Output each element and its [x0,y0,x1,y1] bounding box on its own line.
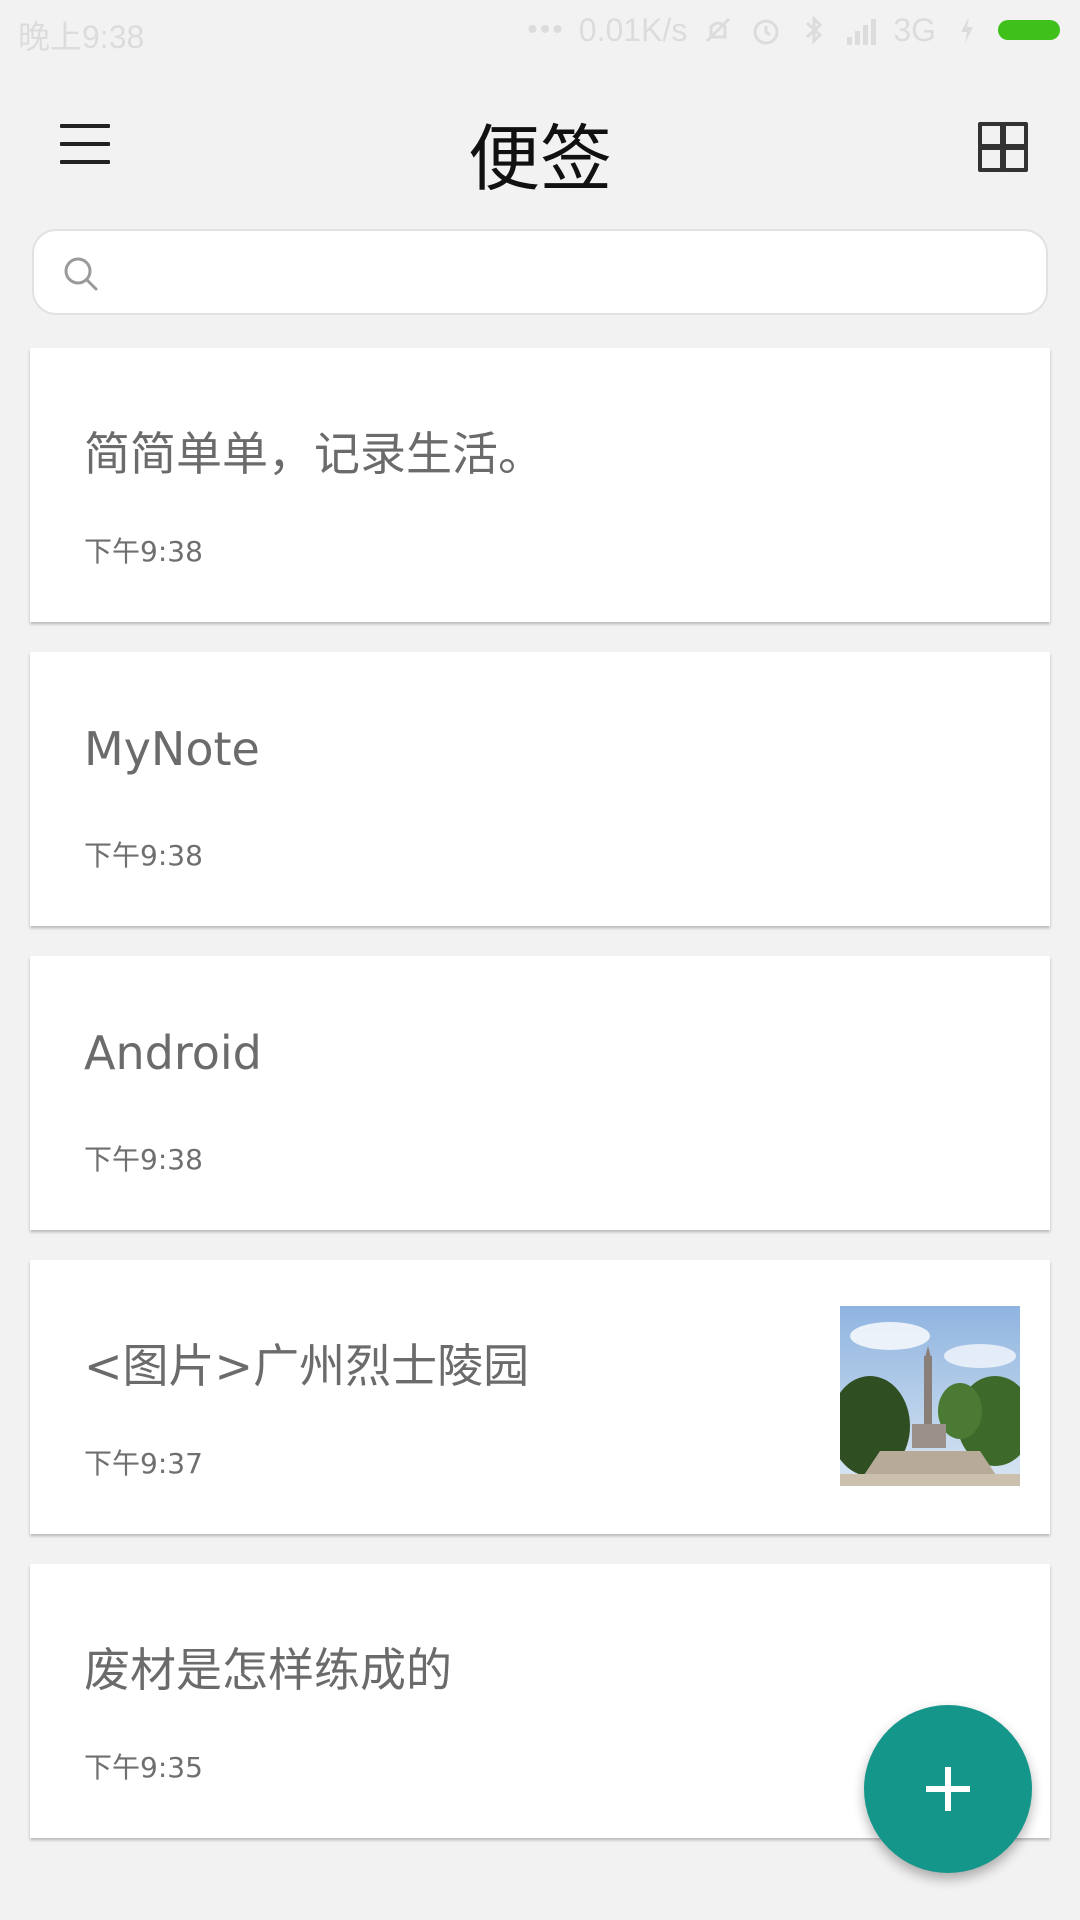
note-time: 下午9:38 [84,839,203,872]
note-card[interactable]: MyNote 下午9:38 [30,652,1050,926]
network-type: 3G [893,11,936,48]
bluetooth-icon [797,13,831,47]
note-card[interactable]: <图片>广州烈士陵园 下午9:37 [30,1260,1050,1534]
battery-icon [998,20,1060,40]
note-title: <图片>广州烈士陵园 [84,1339,530,1393]
note-time: 下午9:38 [84,535,203,568]
note-title: Android [84,1026,262,1080]
note-time: 下午9:35 [84,1751,203,1784]
charging-icon [950,13,984,47]
note-title: MyNote [84,722,260,776]
alarm-icon [749,13,783,47]
status-icons: ••• 0.01K/s 3G [527,10,1060,50]
status-time: 晚上9:38 [18,19,145,55]
note-thumbnail-image [840,1306,1020,1486]
search-icon [62,255,102,295]
grid-view-icon[interactable] [978,122,1028,172]
search-input[interactable] [124,241,1028,305]
note-card[interactable]: 简简单单，记录生活。 下午9:38 [30,348,1050,622]
mute-icon [701,13,735,47]
note-title: 简简单单，记录生活。 [84,427,544,481]
page-title: 便签 [467,117,612,201]
status-bar: 晚上9:38 ••• 0.01K/s 3G [0,0,1080,60]
note-card[interactable]: Android 下午9:38 [30,956,1050,1230]
app-bar: 便签 [0,60,1080,230]
note-title: 废材是怎样练成的 [84,1643,452,1697]
more-notifications-icon: ••• [527,13,565,46]
note-time: 下午9:38 [84,1143,203,1176]
network-speed: 0.01K/s [578,11,688,48]
add-note-button[interactable] [864,1705,1032,1873]
signal-icon [845,13,879,47]
note-time: 下午9:37 [84,1447,203,1480]
search-bar[interactable] [32,229,1048,315]
